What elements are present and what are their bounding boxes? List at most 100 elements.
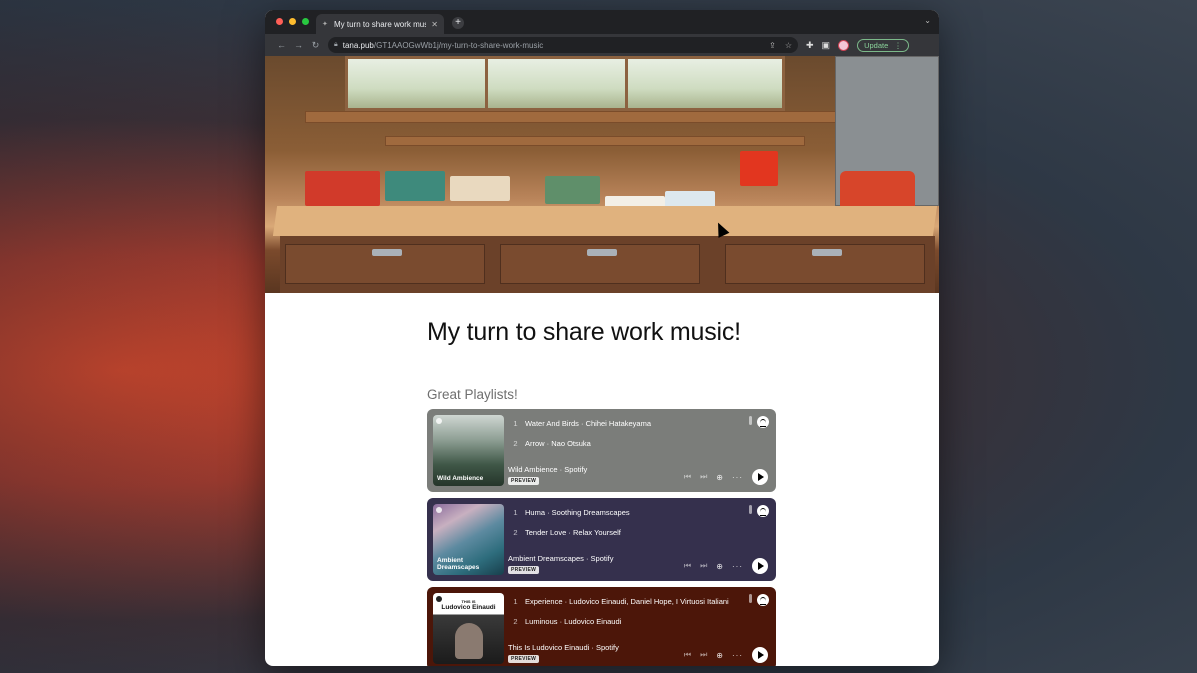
illustration-window-divider (625, 56, 628, 111)
forward-icon[interactable]: → (290, 40, 307, 50)
close-tab-icon[interactable]: ✕ (431, 20, 438, 29)
play-button[interactable] (752, 558, 768, 574)
minimize-window-button[interactable] (289, 18, 296, 25)
lock-icon[interactable]: 🔒︎ (334, 41, 338, 49)
playlist-cover[interactable]: THIS IS Ludovico Einaudi (433, 593, 504, 664)
illustration-paper-box (450, 176, 510, 201)
more-options-icon[interactable]: ··· (732, 651, 743, 660)
maximize-window-button[interactable] (302, 18, 309, 25)
playlist-meta: Wild Ambience · Spotify PREVIEW (508, 465, 587, 485)
play-button[interactable] (752, 469, 768, 485)
spotify-logo-icon[interactable] (757, 594, 769, 606)
track-title: Tender Love · Relax Yourself (525, 527, 621, 537)
playlist-cover[interactable]: Ambient Dreamscapes (433, 504, 504, 575)
preview-badge: PREVIEW (508, 566, 540, 574)
track-title: Experience · Ludovico Einaudi, Daniel Ho… (525, 597, 729, 606)
track-title: Luminous · Ludovico Einaudi (525, 616, 622, 626)
track-row[interactable]: 2 Arrow · Nao Otsuka (513, 439, 651, 459)
tab-search-icon[interactable]: ⌄ (924, 16, 931, 25)
illustration-green-box (545, 176, 600, 204)
section-title: Great Playlists! (427, 387, 518, 402)
player-controls: ⏮ ⏭ ⊕ ··· (684, 469, 768, 485)
play-button[interactable] (752, 647, 768, 663)
track-scrollbar[interactable] (749, 416, 752, 425)
window-controls (276, 18, 309, 25)
address-bar[interactable]: 🔒︎ tana.pub/GT1AAOGwWb1j/my-turn-to-shar… (328, 37, 798, 53)
illustration-shelf (305, 111, 845, 123)
tab-title: My turn to share work music! (334, 19, 427, 29)
track-row[interactable]: 2 Luminous · Ludovico Einaudi (513, 617, 729, 637)
track-number: 2 (513, 438, 518, 448)
profile-avatar[interactable] (838, 39, 850, 51)
spotify-logo-icon[interactable] (757, 416, 769, 428)
back-icon[interactable]: ← (273, 40, 290, 50)
spotify-embed-ambient-dreamscapes[interactable]: Ambient Dreamscapes 1 Huma · Soothing Dre… (427, 498, 776, 581)
cover-label: Ambient Dreamscapes (437, 557, 480, 571)
preview-badge: PREVIEW (508, 655, 540, 663)
preview-badge: PREVIEW (508, 477, 540, 485)
illustration-window-divider (485, 56, 488, 111)
illustration-teal-box (385, 171, 445, 201)
previous-track-icon[interactable]: ⏮ (684, 472, 691, 482)
previous-track-icon[interactable]: ⏮ (684, 561, 691, 571)
illustration-pencil-case (840, 171, 915, 211)
playlist-name[interactable]: This Is Ludovico Einaudi · Spotify (508, 643, 619, 652)
track-number: 1 (513, 508, 518, 517)
update-button[interactable]: Update ⋮ (857, 38, 909, 52)
bookmark-star-icon[interactable]: ☆ (785, 41, 792, 50)
next-track-icon[interactable]: ⏭ (700, 472, 707, 482)
desktop-background (0, 0, 270, 673)
track-scrollbar[interactable] (749, 505, 752, 514)
tab-bar: ✦ My turn to share work music! ✕ + ⌄ (265, 10, 939, 34)
playlist-cover[interactable]: Wild Ambience (433, 415, 504, 486)
playlist-meta: This Is Ludovico Einaudi · Spotify PREVI… (508, 643, 619, 663)
illustration-drawer (500, 244, 700, 284)
track-number: 2 (513, 616, 518, 626)
more-options-icon[interactable]: ··· (732, 562, 743, 571)
spotify-embed-wild-ambience[interactable]: Wild Ambience 1 Water And Birds · Chihei … (427, 409, 776, 492)
track-row[interactable]: 1 Experience · Ludovico Einaudi, Daniel H… (513, 597, 729, 617)
playlist-name[interactable]: Wild Ambience · Spotify (508, 465, 587, 474)
reload-icon[interactable]: ↻ (307, 40, 324, 51)
spotify-mini-icon (436, 507, 442, 513)
side-panel-icon[interactable]: ▣ (822, 40, 831, 51)
track-list: 1 Water And Birds · Chihei Hatakeyama 2 Ar… (513, 419, 651, 458)
track-list: 1 Huma · Soothing Dreamscapes 2 Tender Lov… (513, 508, 630, 548)
track-row[interactable]: 1 Huma · Soothing Dreamscapes (513, 508, 629, 528)
menu-dots-icon[interactable]: ⋮ (894, 41, 902, 50)
add-icon[interactable]: ⊕ (716, 651, 723, 660)
illustration-desk (272, 206, 938, 236)
spotify-embed-this-is-ludovico-einaudi[interactable]: THIS IS Ludovico Einaudi 1 Experience · L… (427, 587, 776, 666)
spotify-logo-icon[interactable] (757, 505, 769, 517)
share-icon[interactable]: ⇪ (769, 41, 776, 50)
illustration-drawer (285, 244, 485, 284)
update-label: Update (864, 40, 889, 50)
artist-portrait (455, 623, 483, 659)
close-window-button[interactable] (276, 18, 283, 25)
track-scrollbar[interactable] (749, 594, 752, 603)
browser-tab[interactable]: ✦ My turn to share work music! ✕ (316, 14, 444, 34)
illustration-red-container (740, 151, 778, 186)
browser-window: ✦ My turn to share work music! ✕ + ⌄ ← →… (265, 10, 939, 666)
next-track-icon[interactable]: ⏭ (700, 650, 707, 660)
previous-track-icon[interactable]: ⏮ (684, 650, 691, 660)
track-row[interactable]: 2 Tender Love · Relax Yourself (513, 528, 630, 548)
next-track-icon[interactable]: ⏭ (700, 561, 707, 571)
page-title: My turn to share work music! (427, 318, 741, 346)
spotify-mini-icon (436, 418, 442, 424)
player-controls: ⏮ ⏭ ⊕ ··· (684, 558, 768, 574)
track-row[interactable]: 1 Water And Birds · Chihei Hatakeyama (513, 419, 651, 439)
hero-illustration (265, 56, 939, 293)
add-icon[interactable]: ⊕ (716, 473, 723, 482)
track-number: 1 (513, 597, 518, 606)
playlist-meta: Ambient Dreamscapes · Spotify PREVIEW (508, 554, 613, 574)
playlist-name[interactable]: Ambient Dreamscapes · Spotify (508, 554, 613, 563)
page-content: My turn to share work music! Great Playl… (265, 318, 939, 666)
extensions-puzzle-icon[interactable]: ✚ (806, 40, 814, 51)
illustration-drawers (280, 236, 935, 293)
new-tab-button[interactable]: + (452, 17, 464, 29)
more-options-icon[interactable]: ··· (732, 473, 743, 482)
add-icon[interactable]: ⊕ (716, 562, 723, 571)
illustration-shelf (385, 136, 805, 146)
track-title: Water And Birds · Chihei Hatakeyama (525, 419, 652, 428)
